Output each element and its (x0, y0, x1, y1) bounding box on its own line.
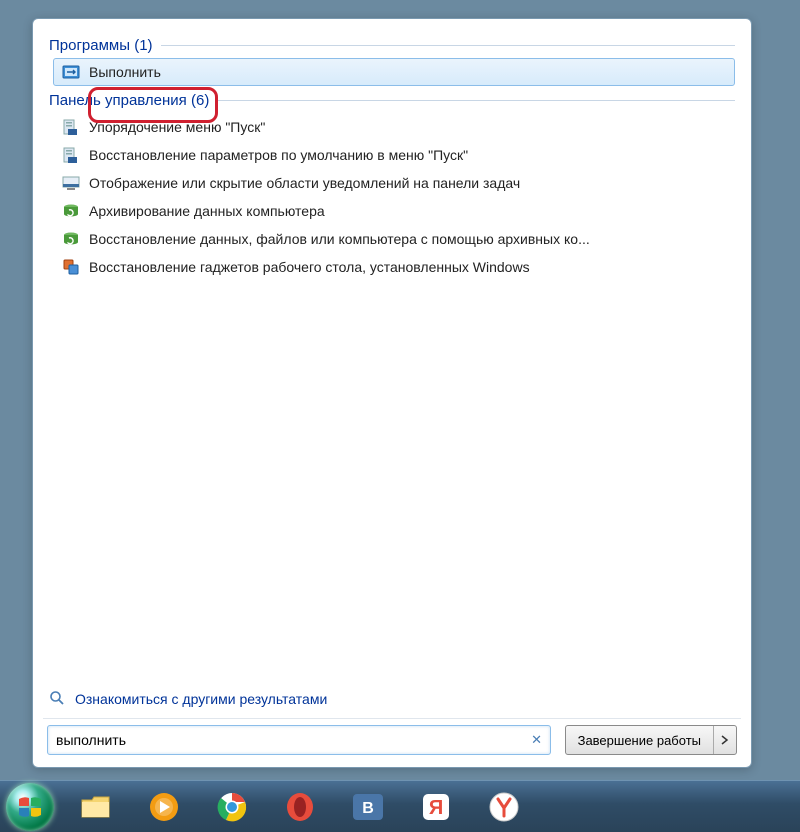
chrome-icon (216, 791, 248, 823)
result-label: Выполнить (89, 64, 161, 80)
search-wrap: ✕ (47, 725, 551, 755)
result-item-start-order[interactable]: Упорядочение меню "Пуск" (53, 113, 735, 141)
taskbar-item-opera[interactable] (268, 786, 332, 828)
explorer-icon (79, 793, 113, 821)
run-icon (61, 62, 81, 82)
result-item-backup[interactable]: Архивирование данных компьютера (53, 197, 735, 225)
result-item-restore-gadgets[interactable]: Восстановление гаджетов рабочего стола, … (53, 253, 735, 281)
taskbar-item-explorer[interactable] (64, 786, 128, 828)
search-results-area: Программы (1) Выполнить Панель управлени… (43, 27, 741, 680)
yandex-y-icon (488, 791, 520, 823)
search-icon (49, 690, 67, 708)
yandex-red-icon: Я (420, 791, 452, 823)
divider (217, 100, 735, 101)
taskbar-item-vk[interactable]: B (336, 786, 400, 828)
more-results-link[interactable]: Ознакомиться с другими результатами (49, 690, 741, 708)
shutdown-options-arrow[interactable] (714, 726, 736, 754)
wmp-icon (148, 791, 180, 823)
shutdown-button: Завершение работы (565, 725, 737, 755)
category-header-control-panel: Панель управления (6) (49, 92, 735, 109)
category-header-programs: Программы (1) (49, 37, 735, 54)
backup-icon (61, 201, 81, 221)
category-label: Программы (1) (49, 37, 153, 54)
taskbar: B Я (0, 780, 800, 832)
svg-text:B: B (362, 800, 374, 817)
shutdown-main-button[interactable]: Завершение работы (566, 726, 714, 754)
result-label: Архивирование данных компьютера (89, 203, 325, 219)
start-button[interactable] (6, 783, 54, 831)
result-item-taskbar-notifications[interactable]: Отображение или скрытие области уведомле… (53, 169, 735, 197)
gadgets-icon (61, 257, 81, 277)
start-menu-panel: Программы (1) Выполнить Панель управлени… (32, 18, 752, 768)
result-label: Восстановление параметров по умолчанию в… (89, 147, 468, 163)
taskbar-item-yandex-app[interactable]: Я (404, 786, 468, 828)
result-label: Восстановление данных, файлов или компью… (89, 231, 590, 247)
shutdown-label: Завершение работы (578, 733, 701, 748)
svg-text:Я: Я (429, 797, 443, 819)
bottom-bar: ✕ Завершение работы (43, 718, 741, 759)
windows-orb-icon (16, 793, 44, 821)
backup-icon (61, 229, 81, 249)
clear-search-icon[interactable]: ✕ (529, 732, 545, 748)
vk-icon: B (351, 792, 385, 822)
result-label: Отображение или скрытие области уведомле… (89, 175, 520, 191)
divider (161, 45, 735, 46)
opera-icon (284, 791, 316, 823)
startmenu-config-icon (61, 145, 81, 165)
more-results-label: Ознакомиться с другими результатами (75, 691, 327, 707)
result-item-restore-backup[interactable]: Восстановление данных, файлов или компью… (53, 225, 735, 253)
result-item-start-restore[interactable]: Восстановление параметров по умолчанию в… (53, 141, 735, 169)
result-label: Восстановление гаджетов рабочего стола, … (89, 259, 530, 275)
category-label: Панель управления (6) (49, 92, 209, 109)
result-item-run[interactable]: Выполнить (53, 58, 735, 86)
taskbar-config-icon (61, 173, 81, 193)
taskbar-item-media-player[interactable] (132, 786, 196, 828)
result-label: Упорядочение меню "Пуск" (89, 119, 265, 135)
taskbar-item-chrome[interactable] (200, 786, 264, 828)
taskbar-item-yandex-browser[interactable] (472, 786, 536, 828)
startmenu-config-icon (61, 117, 81, 137)
search-input[interactable] (47, 725, 551, 755)
